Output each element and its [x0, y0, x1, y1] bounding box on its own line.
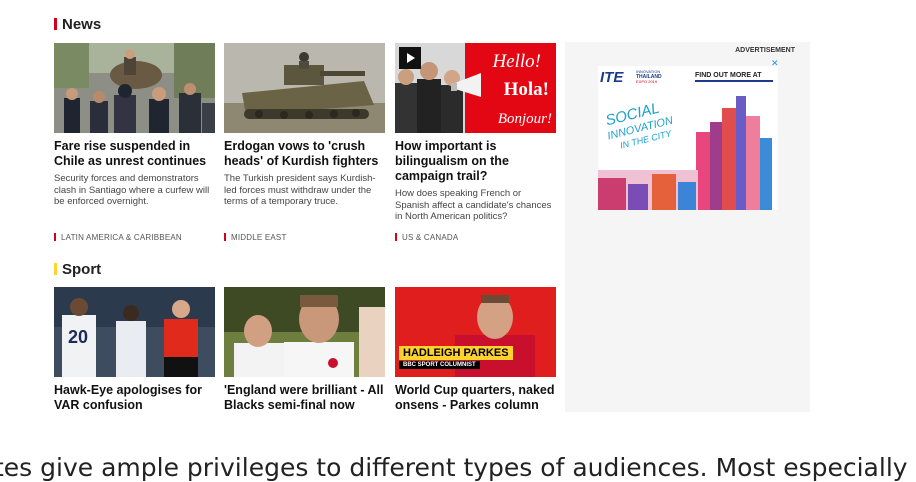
sport-title-text: Sport: [62, 261, 102, 278]
sport-title-bar: [54, 263, 57, 275]
bilingualism-headline[interactable]: How important is bilingualism on the cam…: [395, 139, 556, 184]
advertisement-panel: ADVERTISEMENT ✕ ITE INNOVATION THAILAND …: [565, 42, 810, 412]
bilingualism-video-image[interactable]: Hello! Hola! Bonjour!: [395, 43, 556, 133]
article-body-text: tes give ample privileges to different t…: [0, 453, 908, 482]
england-rugby-image[interactable]: [224, 287, 385, 377]
sport-card-england[interactable]: 'England were brilliant - All Blacks sem…: [224, 287, 385, 413]
var-headline[interactable]: Hawk-Eye apologises for VAR confusion: [54, 383, 215, 413]
logo-sub-expo: EXPO 2019: [636, 79, 658, 84]
var-football-image[interactable]: 20: [54, 287, 215, 377]
news-title-text: News: [62, 16, 102, 33]
parkes-role-caption: BBC SPORT COLUMNIST: [399, 361, 480, 369]
hola-word: Hola!: [504, 79, 549, 100]
chile-unrest-image[interactable]: [54, 43, 215, 133]
news-card-bilingualism[interactable]: Hello! Hola! Bonjour! How important is b…: [395, 43, 556, 223]
shirt-number: 20: [68, 327, 88, 347]
tag-us-canada[interactable]: US & CANADA: [395, 233, 458, 242]
chile-headline[interactable]: Fare rise suspended in Chile as unrest c…: [54, 139, 215, 169]
news-title-bar: [54, 18, 57, 30]
find-out-more-text: FIND OUT MORE AT: [695, 72, 762, 79]
tank-image[interactable]: [224, 43, 385, 133]
news-card-chile[interactable]: Fare rise suspended in Chile as unrest c…: [54, 43, 215, 208]
sport-card-parkes[interactable]: HADLEIGH PARKES BBC SPORT COLUMNIST Worl…: [395, 287, 556, 413]
advertisement-label: ADVERTISEMENT: [735, 47, 795, 54]
bilingualism-summary: How does speaking French or Spanish affe…: [395, 188, 552, 222]
parkes-headline[interactable]: World Cup quarters, naked onsens - Parke…: [395, 383, 556, 413]
news-section-title[interactable]: News: [54, 16, 101, 33]
news-card-erdogan[interactable]: Erdogan vows to 'crush heads' of Kurdish…: [224, 43, 385, 208]
england-headline[interactable]: 'England were brilliant - All Blacks sem…: [224, 383, 385, 413]
erdogan-headline[interactable]: Erdogan vows to 'crush heads' of Kurdish…: [224, 139, 385, 169]
hello-word: Hello!: [491, 51, 541, 72]
erdogan-summary: The Turkish president says Kurdish-led f…: [224, 173, 376, 207]
parkes-column-image[interactable]: HADLEIGH PARKES BBC SPORT COLUMNIST: [395, 287, 556, 377]
bonjour-word: Bonjour!: [498, 111, 552, 127]
ite-logo: ITE: [600, 69, 624, 86]
tag-latin-america[interactable]: LATIN AMERICA & CARIBBEAN: [54, 233, 182, 242]
play-video-icon[interactable]: [399, 47, 421, 69]
innovation-expo-ad[interactable]: ITE INNOVATION THAILAND EXPO 2019 FIND O…: [598, 66, 778, 210]
sport-card-var[interactable]: 20 Hawk-Eye apologises for VAR confusion: [54, 287, 215, 413]
sport-section-title[interactable]: Sport: [54, 261, 101, 278]
parkes-name-caption: HADLEIGH PARKES: [399, 346, 513, 360]
tag-middle-east[interactable]: MIDDLE EAST: [224, 233, 287, 242]
chile-summary: Security forces and demonstrators clash …: [54, 173, 210, 207]
